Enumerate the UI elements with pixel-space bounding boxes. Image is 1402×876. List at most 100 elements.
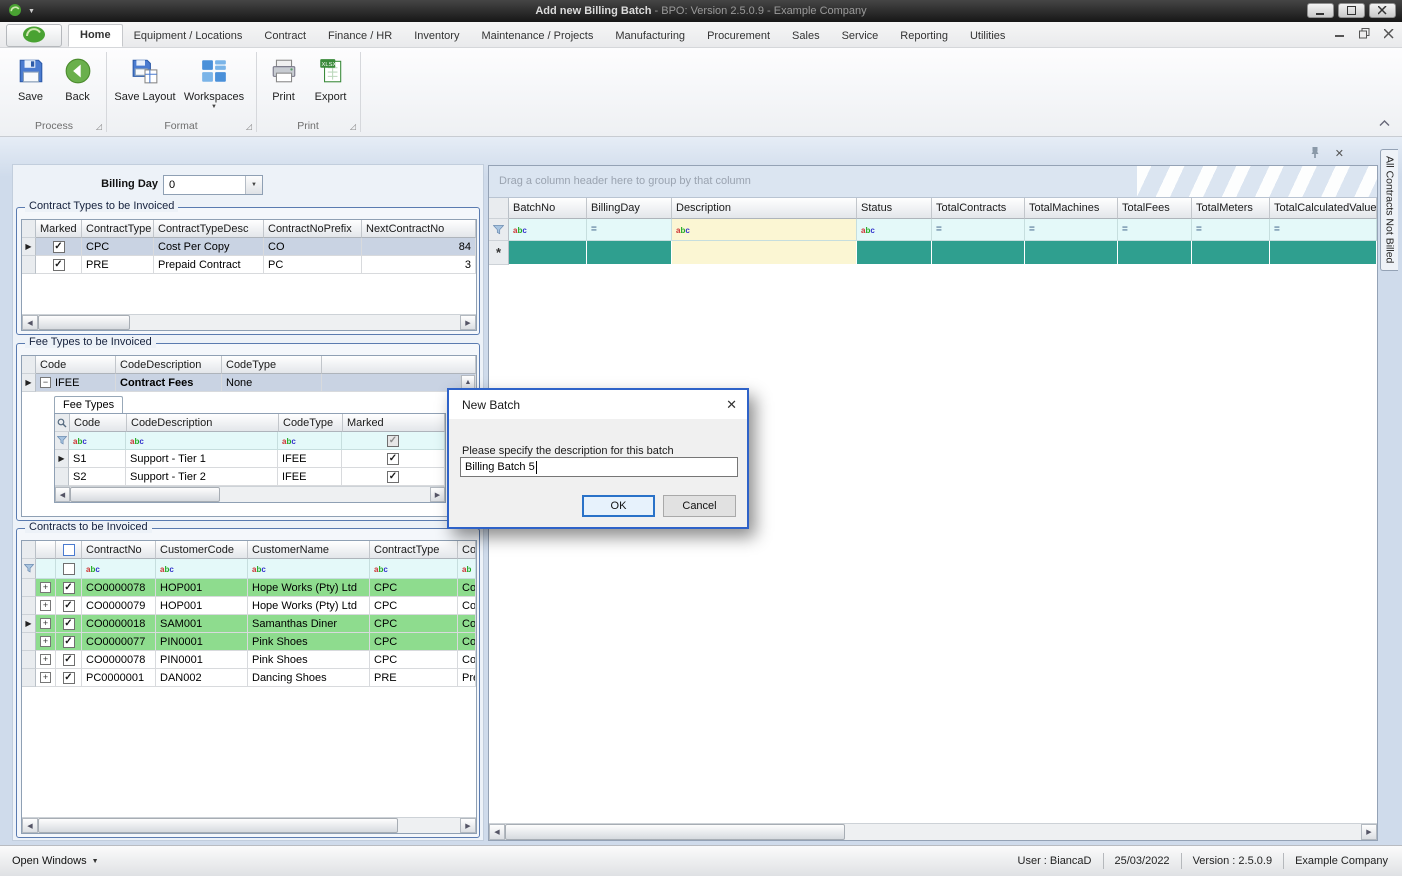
new-batch-row[interactable]: * [489,241,1377,265]
col-nextcontractno[interactable]: NextContractNo [362,220,476,238]
col-contractnoprefix[interactable]: ContractNoPrefix [264,220,362,238]
all-contracts-not-billed-tab[interactable]: All Contracts Not Billed [1380,149,1398,271]
search-icon[interactable] [55,414,70,432]
app-icon[interactable] [8,3,22,20]
collapse-row-icon[interactable]: − [40,377,51,388]
fee-detail-row[interactable]: ▶ S1 Support - Tier 1 IFEE [55,450,445,468]
combo-dropdown-icon[interactable]: ▼ [245,176,262,194]
scroll-thumb[interactable] [38,315,130,330]
format-dialog-launcher-icon[interactable]: ◿ [246,122,252,131]
contract-row[interactable]: + CO0000078 PIN0001 Pink Shoes CPC Cost [22,651,476,669]
contracts-filter-row[interactable]: abc abc abc abc ab [22,559,476,579]
group-by-area[interactable]: Drag a column header here to group by th… [489,166,1377,198]
new-batchno-cell[interactable] [509,241,587,265]
col-con-truncated[interactable]: Con [458,541,476,559]
filter-batchno[interactable]: abc [509,219,587,241]
contracts-hscrollbar[interactable]: ◀ ▶ [22,817,476,833]
minimize-button[interactable] [1307,3,1334,18]
expand-row-icon[interactable]: + [40,600,51,611]
workspaces-button[interactable]: Workspaces ▼ [180,53,248,117]
contract-type-row[interactable]: PRE Prepaid Contract PC 3 [22,256,476,274]
tab-manufacturing[interactable]: Manufacturing [604,26,696,47]
expand-row-icon[interactable]: + [40,582,51,593]
batches-filter-row[interactable]: abc = abc abc = = = = = [489,219,1377,241]
row-checkbox[interactable] [62,671,75,684]
batches-hscrollbar[interactable]: ◀ ▶ [489,823,1377,840]
expand-row-icon[interactable]: + [40,618,51,629]
new-totalcalculatedvalue-cell[interactable] [1270,241,1377,265]
fee-detail-filter-row[interactable]: abc abc abc [55,432,445,450]
filter-con[interactable]: ab [458,559,476,579]
pin-icon[interactable] [1310,146,1320,162]
scroll-thumb[interactable] [505,824,845,840]
scroll-left-icon[interactable]: ◀ [22,818,38,833]
filter-codedescription[interactable]: abc [126,432,278,450]
filter-contracttype[interactable]: abc [370,559,458,579]
col-totalmeters[interactable]: TotalMeters [1192,198,1270,219]
col-codedescription[interactable]: CodeDescription [116,356,222,374]
new-totalcontracts-cell[interactable] [932,241,1025,265]
print-dialog-launcher-icon[interactable]: ◿ [350,122,356,131]
tab-home[interactable]: Home [68,24,123,47]
marked-checkbox[interactable] [387,452,399,465]
tab-finance-hr[interactable]: Finance / HR [317,26,403,47]
filter-codetype[interactable]: abc [278,432,342,450]
filter-checkbox[interactable] [62,562,75,575]
save-layout-button[interactable]: Save Layout [112,53,178,117]
col-marked[interactable]: Marked [36,220,82,238]
filter-description[interactable]: abc [672,219,857,241]
ribbon-collapse-icon[interactable] [1379,118,1390,130]
scroll-thumb[interactable] [38,818,398,833]
billing-day-combo[interactable]: 0 ▼ [163,175,263,195]
tab-inventory[interactable]: Inventory [403,26,470,47]
select-all-checkbox[interactable] [62,543,75,556]
col-codetype[interactable]: CodeType [279,414,343,432]
tab-equipment-locations[interactable]: Equipment / Locations [123,26,254,47]
new-totalmachines-cell[interactable] [1025,241,1118,265]
open-windows-button[interactable]: Open Windows ▼ [12,855,99,867]
tab-maintenance-projects[interactable]: Maintenance / Projects [470,26,604,47]
contract-row[interactable]: + PC0000001 DAN002 Dancing Shoes PRE Pre… [22,669,476,687]
col-code[interactable]: Code [36,356,116,374]
scroll-left-icon[interactable]: ◀ [22,315,38,330]
filter-totalcalculatedvalue[interactable]: = [1270,219,1377,241]
contract-row[interactable]: ▶ + CO0000018 SAM001 Samanthas Diner CPC… [22,615,476,633]
col-contracttype[interactable]: ContractType [370,541,458,559]
row-checkbox[interactable] [62,617,75,630]
col-status[interactable]: Status [857,198,932,219]
batch-description-input[interactable]: Billing Batch 5 [460,457,738,477]
filter-totalmachines[interactable]: = [1025,219,1118,241]
print-button[interactable]: Print [262,53,305,117]
row-checkbox[interactable] [62,581,75,594]
fee-types-detail-tab[interactable]: Fee Types [54,396,124,413]
mdi-restore-icon[interactable] [1359,28,1370,42]
new-totalfees-cell[interactable] [1118,241,1192,265]
col-batchno[interactable]: BatchNo [509,198,587,219]
scroll-thumb[interactable] [70,487,220,502]
new-status-cell[interactable] [857,241,932,265]
process-dialog-launcher-icon[interactable]: ◿ [96,122,102,131]
col-billingday[interactable]: BillingDay [587,198,672,219]
filter-code[interactable]: abc [69,432,126,450]
scroll-right-icon[interactable]: ▶ [460,315,476,330]
scroll-left-icon[interactable]: ◀ [489,824,505,840]
row-checkbox[interactable] [62,653,75,666]
contract-row[interactable]: + CO0000077 PIN0001 Pink Shoes CPC Cost [22,633,476,651]
fee-detail-row[interactable]: S2 Support - Tier 2 IFEE [55,468,445,486]
filter-totalcontracts[interactable]: = [932,219,1025,241]
contract-row[interactable]: + CO0000078 HOP001 Hope Works (Pty) Ltd … [22,579,476,597]
filter-totalfees[interactable]: = [1118,219,1192,241]
mdi-minimize-icon[interactable] [1335,29,1345,41]
col-customercode[interactable]: CustomerCode [156,541,248,559]
col-contractno[interactable]: ContractNo [82,541,156,559]
close-button[interactable] [1369,3,1396,18]
row-checkbox[interactable] [62,635,75,648]
row-checkbox[interactable] [62,599,75,612]
marked-checkbox[interactable] [387,470,399,483]
filter-customercode[interactable]: abc [156,559,248,579]
contract-types-hscrollbar[interactable]: ◀ ▶ [22,314,476,330]
expand-row-icon[interactable]: + [40,654,51,665]
tab-service[interactable]: Service [831,26,890,47]
tab-utilities[interactable]: Utilities [959,26,1016,47]
new-totalmeters-cell[interactable] [1192,241,1270,265]
